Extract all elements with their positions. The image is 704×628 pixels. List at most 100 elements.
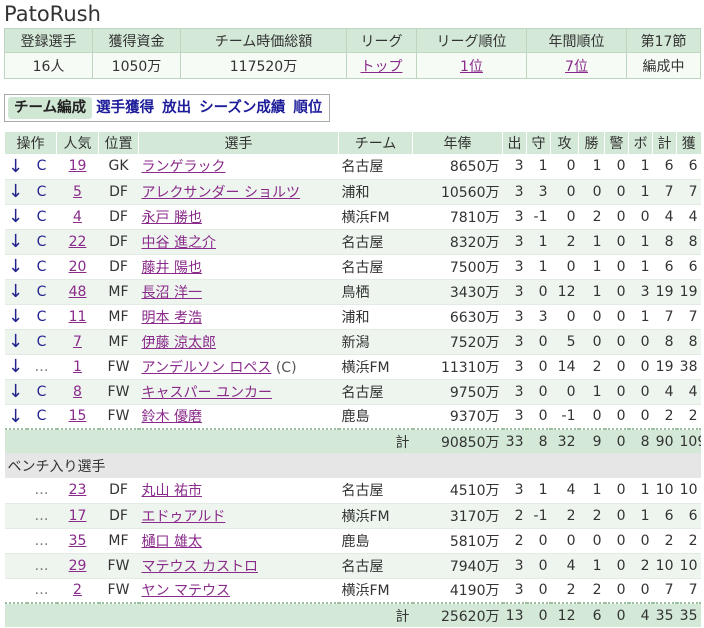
popularity-link[interactable]: 2 (73, 582, 82, 598)
tab-standings[interactable]: 順位 (289, 97, 326, 119)
stat-cell: 1 (526, 229, 551, 255)
empty-op (4, 478, 27, 504)
popularity-link[interactable]: 4 (73, 209, 82, 225)
captain-button[interactable]: C (37, 334, 47, 350)
col-warnings: 警 (604, 132, 629, 154)
player-name-link[interactable]: アレクサンダー ショルツ (142, 185, 300, 201)
captain-button[interactable]: C (37, 408, 47, 424)
player-row: … 35 MF 樋口 雄太 鹿島 5810万 2 0 0 0 0 0 2 2 (4, 528, 701, 554)
captain-button[interactable]: C (37, 209, 47, 225)
player-name-link[interactable]: キャスパー ユンカー (142, 385, 272, 401)
popularity-link[interactable]: 8 (73, 384, 82, 400)
summary-header: 獲得資金 (92, 28, 181, 53)
popularity-link[interactable]: 22 (69, 234, 87, 250)
move-down-icon[interactable]: ↓ (8, 356, 23, 377)
player-name-link[interactable]: マテウス カストロ (142, 559, 258, 575)
popularity-link[interactable]: 20 (69, 259, 87, 275)
player-row: ↓… 1 FW アンデルソン ロペス (C) 横浜FM 11310万 3 0 14 2 0 0 19 38 (4, 354, 701, 380)
tab-team-formation[interactable]: チーム編成 (8, 97, 93, 119)
move-down-icon[interactable]: ↓ (8, 381, 23, 402)
player-name-link[interactable]: 中谷 進之介 (142, 235, 216, 251)
more-options-button[interactable]: … (35, 558, 49, 574)
stat-cell: 2 (502, 503, 527, 529)
player-name-link[interactable]: 伊藤 涼太郎 (142, 335, 216, 351)
more-options-button[interactable]: … (35, 359, 49, 375)
position-cell: DF (98, 179, 139, 205)
tab-release[interactable]: 放出 (158, 97, 195, 119)
position-cell: MF (98, 279, 139, 305)
more-options-button[interactable]: … (35, 582, 49, 598)
player-name-link[interactable]: 鈴木 優磨 (142, 409, 202, 425)
player-name-link[interactable]: 長沼 洋一 (142, 285, 202, 301)
stat-cell: 0 (550, 304, 579, 330)
tab-player-acquisition[interactable]: 選手獲得 (92, 97, 158, 119)
annual-rank-link[interactable]: 7位 (565, 59, 588, 75)
move-down-icon[interactable]: ↓ (8, 406, 23, 427)
team-cell: 名古屋 (338, 254, 413, 280)
captain-button[interactable]: C (37, 184, 47, 200)
move-down-icon[interactable]: ↓ (8, 256, 23, 277)
team-summary-table: 登録選手 獲得資金 チーム時価総額 リーグ リーグ順位 年間順位 第17節 16… (4, 28, 701, 79)
player-name-link[interactable]: 樋口 雄太 (142, 534, 202, 550)
popularity-link[interactable]: 48 (69, 284, 87, 300)
move-down-icon[interactable]: ↓ (8, 306, 23, 327)
stat-cell: 1 (628, 254, 653, 280)
player-name-link[interactable]: アンデルソン ロペス (142, 360, 272, 376)
total-stat: 109 (676, 428, 701, 453)
player-name-link[interactable]: ヤン マテウス (142, 583, 230, 599)
player-name-link[interactable]: 永戸 勝也 (142, 210, 202, 226)
popularity-link[interactable]: 1 (73, 359, 82, 375)
player-name-link[interactable]: エドゥアルド (142, 509, 226, 525)
player-name-link[interactable]: ランゲラック (142, 159, 226, 175)
stat-cell: 3 (502, 553, 527, 579)
more-options-button[interactable]: … (35, 482, 49, 498)
league-link[interactable]: トップ (361, 59, 403, 75)
player-row: ↓ C 15 FW 鈴木 優磨 鹿島 9370万 3 0 -1 0 0 0 2 2 (4, 404, 701, 430)
player-name-link[interactable]: 丸山 祐市 (142, 483, 202, 499)
col-attack: 攻 (550, 132, 579, 154)
popularity-link[interactable]: 5 (73, 184, 82, 200)
col-player: 選手 (138, 132, 339, 154)
round-status-value: 編成中 (626, 52, 701, 79)
move-down-icon[interactable]: ↓ (8, 181, 23, 202)
move-down-icon[interactable]: ↓ (8, 231, 23, 252)
captain-button[interactable]: C (37, 234, 47, 250)
player-row: ↓ C 48 MF 長沼 洋一 鳥栖 3430万 3 0 12 1 0 3 19 19 (4, 279, 701, 305)
captain-button[interactable]: C (37, 259, 47, 275)
acquired-funds-value: 1050万 (92, 52, 181, 79)
popularity-link[interactable]: 7 (73, 334, 82, 350)
league-rank-link[interactable]: 1位 (460, 59, 483, 75)
more-options-button[interactable]: … (35, 533, 49, 549)
stat-cell: 10 (676, 553, 701, 579)
stat-cell: 4 (652, 204, 677, 230)
move-down-icon[interactable]: ↓ (8, 156, 23, 177)
popularity-link[interactable]: 11 (69, 309, 87, 325)
move-down-icon[interactable]: ↓ (8, 331, 23, 352)
popularity-link[interactable]: 19 (69, 158, 87, 174)
stat-cell: 0 (628, 528, 653, 554)
player-name-link[interactable]: 藤井 陽也 (142, 260, 202, 276)
captain-button[interactable]: C (37, 309, 47, 325)
player-row: ↓ C 22 DF 中谷 進之介 名古屋 8320万 3 1 2 1 0 1 8 8 (4, 229, 701, 255)
stat-cell: 0 (604, 279, 629, 305)
move-down-icon[interactable]: ↓ (8, 281, 23, 302)
captain-button[interactable]: C (37, 384, 47, 400)
popularity-link[interactable]: 29 (69, 558, 87, 574)
popularity-link[interactable]: 23 (69, 482, 87, 498)
stat-cell: 7 (676, 304, 701, 330)
more-options-button[interactable]: … (35, 508, 49, 524)
popularity-link[interactable]: 17 (69, 508, 87, 524)
stat-cell: 0 (550, 528, 579, 554)
player-name-link[interactable]: 明本 考浩 (142, 310, 202, 326)
tab-season-results[interactable]: シーズン成績 (195, 97, 289, 119)
move-down-icon[interactable]: ↓ (8, 206, 23, 227)
stat-cell: 0 (578, 304, 605, 330)
bench-body: … 23 DF 丸山 祐市 名古屋 4510万 3 1 4 1 0 1 10 10… 17 DF エドゥアルド… (4, 478, 701, 604)
stat-cell: 4 (676, 379, 701, 405)
popularity-link[interactable]: 15 (69, 408, 87, 424)
captain-button[interactable]: C (37, 284, 47, 300)
captain-button[interactable]: C (37, 158, 47, 174)
popularity-link[interactable]: 35 (69, 533, 87, 549)
stat-cell: 1 (628, 179, 653, 205)
stat-cell: 2 (550, 229, 579, 255)
